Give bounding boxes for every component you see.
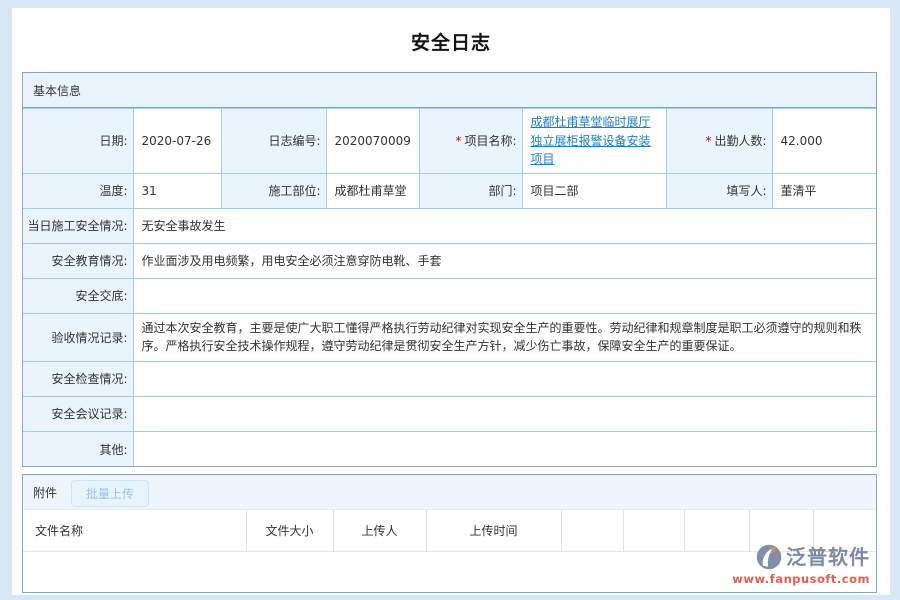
- writer-label: 填写人:: [666, 173, 772, 208]
- col-uploader: 上传人: [333, 510, 426, 552]
- table-row: 安全会议记录:: [23, 396, 876, 431]
- table-row: 安全检查情况:: [23, 361, 876, 396]
- safety-education-label: 安全教育情况:: [23, 243, 133, 278]
- safety-meeting-label: 安全会议记录:: [23, 396, 133, 431]
- attachments-title: 附件: [33, 486, 57, 500]
- other-value: [133, 431, 876, 466]
- table-row: 其他:: [23, 431, 876, 466]
- log-number-value: 2020070009: [326, 109, 419, 174]
- attendance-label: *出勤人数:: [666, 109, 772, 174]
- table-row: 验收情况记录: 通过本次安全教育，主要是使广大职工懂得严格执行劳动纪律对实现安全…: [23, 313, 876, 361]
- safety-inspection-label: 安全检查情况:: [23, 361, 133, 396]
- batch-upload-button[interactable]: 批量上传: [71, 480, 149, 507]
- temperature-value: 31: [133, 173, 221, 208]
- department-value: 项目二部: [522, 173, 666, 208]
- other-label: 其他:: [23, 431, 133, 466]
- table-row: 温度: 31 施工部位: 成都杜甫草堂 部门: 项目二部 填写人: 董清平: [23, 173, 876, 208]
- construction-part-value: 成都杜甫草堂: [326, 173, 419, 208]
- daily-safety-label: 当日施工安全情况:: [23, 208, 133, 243]
- safety-disclosure-label: 安全交底:: [23, 278, 133, 313]
- table-row: 日期: 2020-07-26 日志编号: 2020070009 *项目名称: 成…: [23, 109, 876, 174]
- writer-value: 董清平: [772, 173, 876, 208]
- col-file-size: 文件大小: [246, 510, 333, 552]
- project-name-link[interactable]: 成都杜甫草堂临时展厅独立展柜报警设备安装项目: [531, 113, 658, 169]
- col-upload-time: 上传时间: [426, 510, 561, 552]
- temperature-label: 温度:: [23, 173, 133, 208]
- attachments-header: 附件 批量上传: [23, 475, 876, 510]
- safety-disclosure-value: [133, 278, 876, 313]
- project-name-cell: 成都杜甫草堂临时展厅独立展柜报警设备安装项目: [522, 109, 666, 174]
- required-marker: *: [455, 134, 461, 148]
- date-label: 日期:: [23, 109, 133, 174]
- basic-info-section-title: 基本信息: [23, 73, 876, 108]
- attachments-section: 附件 批量上传 文件名称 文件大小 上传人 上传时间: [22, 474, 877, 593]
- brand-name: 泛普软件: [786, 547, 870, 567]
- fanpu-logo-icon: [755, 543, 783, 571]
- acceptance-record-label: 验收情况记录:: [23, 313, 133, 361]
- col-empty: [561, 510, 623, 552]
- content-panel: 安全日志 基本信息 日期: 2020-07-26 日志编号: 202007000…: [12, 8, 890, 595]
- basic-info-section: 基本信息 日期: 2020-07-26 日志编号: 2020070009 *项目…: [22, 72, 877, 467]
- safety-meeting-value: [133, 396, 876, 431]
- table-row: 安全教育情况: 作业面涉及用电频繁，用电安全必须注意穿防电靴、手套: [23, 243, 876, 278]
- brand-logo: 泛普软件 www.fanpusoft.com: [720, 543, 870, 589]
- table-row: 当日施工安全情况: 无安全事故发生: [23, 208, 876, 243]
- col-empty: [623, 510, 684, 552]
- brand-url: www.fanpusoft.com: [720, 572, 870, 586]
- attendance-value: 42.000: [772, 109, 876, 174]
- col-file-name: 文件名称: [23, 510, 246, 552]
- required-marker: *: [705, 134, 711, 148]
- page-title: 安全日志: [12, 8, 890, 55]
- construction-part-label: 施工部位:: [221, 173, 326, 208]
- date-value: 2020-07-26: [133, 109, 221, 174]
- basic-info-table: 日期: 2020-07-26 日志编号: 2020070009 *项目名称: 成…: [23, 108, 876, 466]
- log-number-label: 日志编号:: [221, 109, 326, 174]
- acceptance-record-value: 通过本次安全教育，主要是使广大职工懂得严格执行劳动纪律对实现安全生产的重要性。劳…: [133, 313, 876, 361]
- daily-safety-value: 无安全事故发生: [133, 208, 876, 243]
- project-name-label: *项目名称:: [419, 109, 522, 174]
- safety-inspection-value: [133, 361, 876, 396]
- safety-education-value: 作业面涉及用电频繁，用电安全必须注意穿防电靴、手套: [133, 243, 876, 278]
- department-label: 部门:: [419, 173, 522, 208]
- table-row: 安全交底:: [23, 278, 876, 313]
